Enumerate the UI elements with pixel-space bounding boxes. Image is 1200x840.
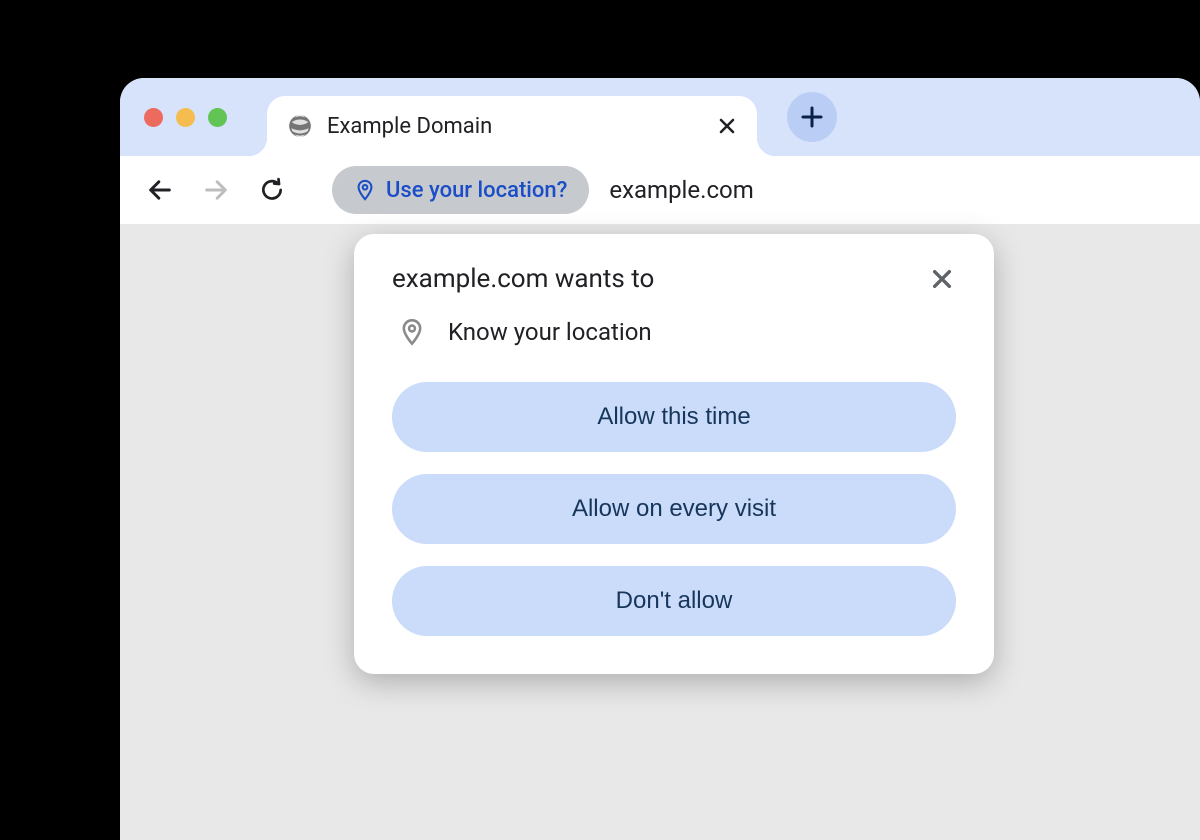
location-permission-chip[interactable]: Use your location? [332,166,589,214]
permission-item: Know your location [392,318,956,346]
close-window-button[interactable] [144,108,163,127]
permission-chip-label: Use your location? [386,178,567,203]
tab-strip: Example Domain [120,78,1200,156]
back-button[interactable] [144,174,176,206]
url-display: example.com [609,176,753,204]
arrow-left-icon [146,176,174,204]
window-controls [144,108,227,127]
location-pin-icon [398,318,426,346]
dialog-close-button[interactable] [928,265,956,293]
reload-icon [259,177,285,203]
permission-description: Know your location [448,318,652,346]
permission-dialog: example.com wants to Know your location … [354,234,994,674]
allow-this-time-button[interactable]: Allow this time [392,382,956,452]
tab-title: Example Domain [327,114,717,139]
toolbar: Use your location? example.com [120,156,1200,224]
browser-window: Example Domain [120,78,1200,840]
maximize-window-button[interactable] [208,108,227,127]
close-tab-button[interactable] [717,116,737,136]
globe-icon [287,113,313,139]
minimize-window-button[interactable] [176,108,195,127]
arrow-right-icon [202,176,230,204]
close-icon [931,268,953,290]
dont-allow-button[interactable]: Don't allow [392,566,956,636]
location-pin-icon [354,179,376,201]
address-bar[interactable]: Use your location? example.com [332,166,754,214]
browser-tab[interactable]: Example Domain [267,96,757,156]
reload-button[interactable] [256,174,288,206]
allow-every-visit-button[interactable]: Allow on every visit [392,474,956,544]
plus-icon [800,105,824,129]
dialog-title: example.com wants to [392,264,654,294]
forward-button[interactable] [200,174,232,206]
new-tab-button[interactable] [787,92,837,142]
